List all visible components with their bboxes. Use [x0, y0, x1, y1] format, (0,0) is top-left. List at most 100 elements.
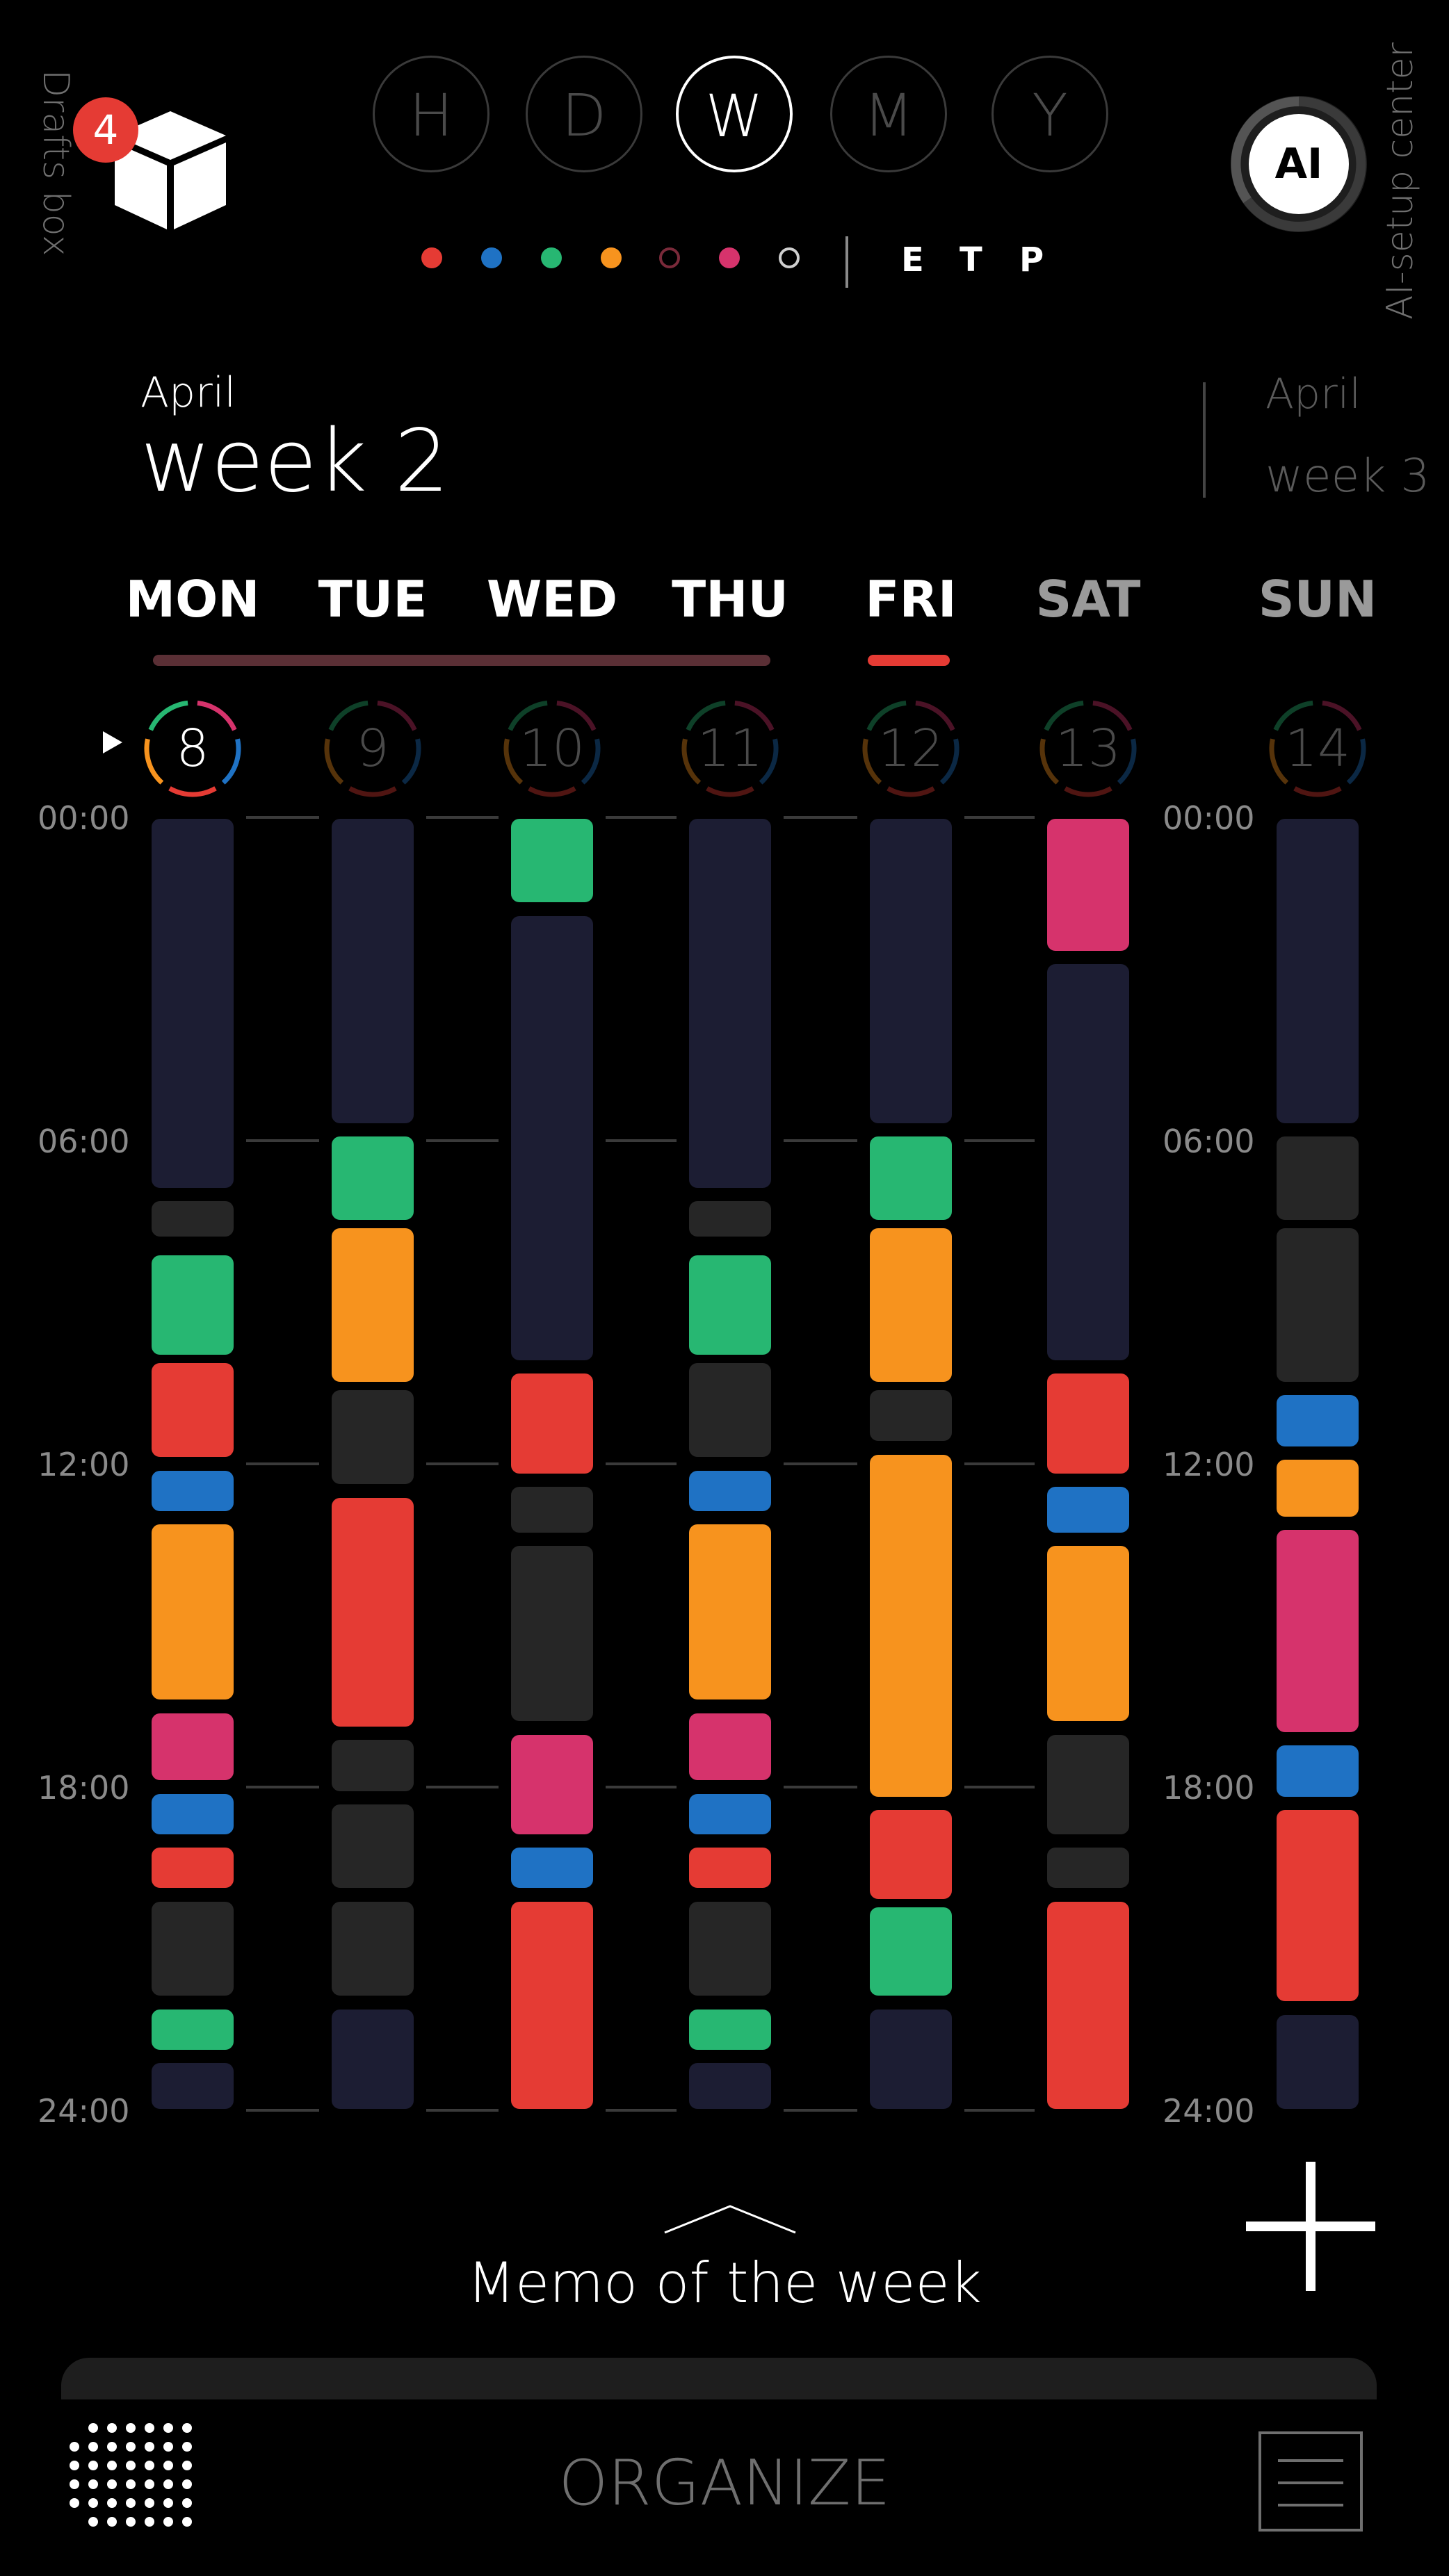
schedule-block-orange[interactable] [689, 1524, 771, 1699]
toggle-t[interactable]: T [960, 241, 982, 279]
schedule-block-orange[interactable] [1047, 1546, 1129, 1721]
schedule-block-blue[interactable] [511, 1848, 593, 1889]
schedule-block-sleep[interactable] [152, 819, 234, 1188]
schedule-block-dark[interactable] [152, 1201, 234, 1237]
schedule-block-sleep[interactable] [1277, 2014, 1359, 2109]
schedule-block-green[interactable] [689, 2009, 771, 2050]
legend-color-dot[interactable] [481, 247, 502, 268]
schedule-block-sleep[interactable] [870, 2009, 952, 2109]
next-week-title[interactable]: week 3 [1265, 449, 1430, 503]
schedule-block-sleep[interactable] [511, 915, 593, 1360]
schedule-block-dark[interactable] [1277, 1228, 1359, 1382]
next-month[interactable]: April [1265, 370, 1361, 418]
day-number-9[interactable]: 9 [321, 696, 425, 801]
schedule-block-pink[interactable] [1047, 819, 1129, 951]
schedule-block-green[interactable] [870, 1136, 952, 1221]
schedule-block-dark[interactable] [332, 1901, 414, 1996]
schedule-block-orange[interactable] [870, 1228, 952, 1382]
schedule-block-sleep[interactable] [332, 819, 414, 1123]
toggle-p[interactable]: P [1019, 241, 1044, 279]
schedule-block-red[interactable] [332, 1497, 414, 1727]
day-name-tue[interactable]: TUE [289, 570, 456, 628]
schedule-block-pink[interactable] [511, 1734, 593, 1834]
schedule-block-sleep[interactable] [1047, 964, 1129, 1360]
schedule-block-red[interactable] [511, 1373, 593, 1474]
schedule-block-green[interactable] [511, 819, 593, 902]
schedule-block-sleep[interactable] [689, 819, 771, 1188]
schedule-block-blue[interactable] [152, 1470, 234, 1511]
schedule-block-sleep[interactable] [332, 2009, 414, 2109]
schedule-block-red[interactable] [152, 1848, 234, 1889]
schedule-block-orange[interactable] [1277, 1460, 1359, 1517]
day-name-mon[interactable]: MON [109, 570, 276, 628]
legend-color-dot[interactable] [541, 247, 562, 268]
menu-icon[interactable] [1258, 2431, 1363, 2532]
schedule-block-blue[interactable] [1047, 1487, 1129, 1533]
schedule-block-blue[interactable] [689, 1793, 771, 1834]
schedule-block-dark[interactable] [870, 1389, 952, 1441]
day-name-fri[interactable]: FRI [827, 570, 994, 628]
schedule-block-dark[interactable] [689, 1901, 771, 1996]
period-button-m[interactable]: M [830, 56, 947, 172]
schedule-block-blue[interactable] [689, 1470, 771, 1511]
add-icon[interactable] [1306, 2162, 1316, 2291]
schedule-block-orange[interactable] [152, 1524, 234, 1699]
schedule-block-green[interactable] [689, 1255, 771, 1355]
schedule-block-dark[interactable] [152, 1901, 234, 1996]
schedule-block-blue[interactable] [1277, 1745, 1359, 1797]
schedule-block-pink[interactable] [689, 1713, 771, 1781]
schedule-block-red[interactable] [511, 1901, 593, 2109]
toggle-e[interactable]: E [901, 241, 924, 279]
day-name-wed[interactable]: WED [469, 570, 636, 628]
day-number-14[interactable]: 14 [1265, 696, 1370, 801]
schedule-block-green[interactable] [152, 2009, 234, 2050]
day-number-12[interactable]: 12 [859, 696, 963, 801]
schedule-block-dark[interactable] [511, 1546, 593, 1721]
schedule-block-dark[interactable] [332, 1389, 414, 1484]
schedule-block-dark[interactable] [1277, 1136, 1359, 1221]
schedule-block-dark[interactable] [332, 1740, 414, 1791]
legend-color-dot[interactable] [421, 247, 442, 268]
schedule-block-sleep[interactable] [1277, 819, 1359, 1123]
schedule-block-green[interactable] [870, 1907, 952, 1996]
day-name-sun[interactable]: SUN [1234, 570, 1401, 628]
schedule-block-orange[interactable] [332, 1228, 414, 1382]
schedule-block-green[interactable] [332, 1136, 414, 1221]
schedule-block-green[interactable] [152, 1255, 234, 1355]
schedule-block-pink[interactable] [1277, 1530, 1359, 1732]
schedule-block-sleep[interactable] [870, 819, 952, 1123]
legend-color-dot[interactable] [779, 247, 800, 268]
schedule-block-sleep[interactable] [152, 2063, 234, 2109]
schedule-block-dark[interactable] [689, 1362, 771, 1458]
schedule-block-dark[interactable] [511, 1487, 593, 1533]
day-name-thu[interactable]: THU [647, 570, 813, 628]
day-name-sat[interactable]: SAT [1005, 570, 1172, 628]
schedule-block-dark[interactable] [1047, 1848, 1129, 1889]
schedule-block-red[interactable] [689, 1848, 771, 1889]
schedule-block-dark[interactable] [1047, 1734, 1129, 1834]
legend-color-dot[interactable] [719, 247, 740, 268]
schedule-block-red[interactable] [1277, 1810, 1359, 2001]
period-button-y[interactable]: Y [991, 56, 1108, 172]
schedule-block-red[interactable] [1047, 1373, 1129, 1474]
schedule-block-red[interactable] [1047, 1901, 1129, 2109]
legend-color-dot[interactable] [659, 247, 680, 268]
schedule-block-red[interactable] [152, 1362, 234, 1458]
memo-of-the-week[interactable]: Memo of the week [0, 2251, 1449, 2315]
day-number-8[interactable]: 8 [140, 696, 245, 801]
schedule-block-orange[interactable] [870, 1454, 952, 1797]
schedule-block-pink[interactable] [152, 1713, 234, 1781]
day-number-13[interactable]: 13 [1036, 696, 1140, 801]
schedule-block-dark[interactable] [332, 1804, 414, 1889]
period-button-h[interactable]: H [373, 56, 489, 172]
day-number-11[interactable]: 11 [678, 696, 782, 801]
legend-color-dot[interactable] [601, 247, 622, 268]
memo-expand-icon[interactable] [661, 2202, 800, 2237]
period-button-d[interactable]: D [526, 56, 642, 172]
period-button-w[interactable]: W [676, 56, 793, 172]
schedule-block-blue[interactable] [1277, 1395, 1359, 1446]
schedule-block-red[interactable] [870, 1810, 952, 1899]
schedule-block-dark[interactable] [689, 1201, 771, 1237]
schedule-block-sleep[interactable] [689, 2063, 771, 2109]
schedule-block-blue[interactable] [152, 1793, 234, 1834]
